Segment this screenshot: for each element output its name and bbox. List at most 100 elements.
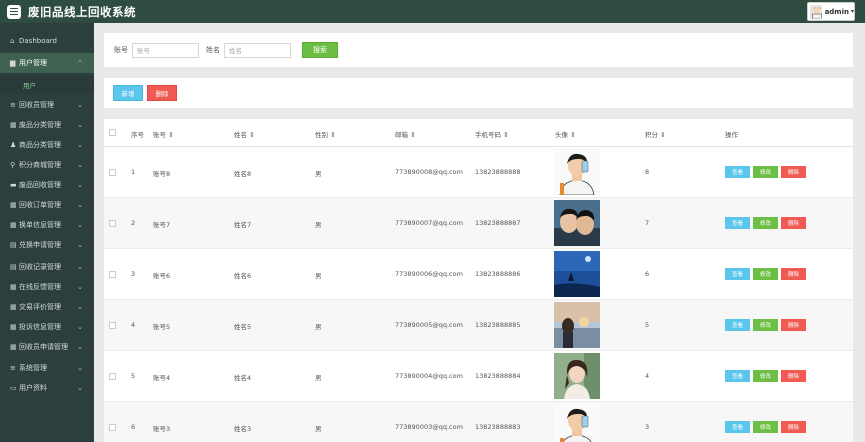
sidebar-item-product-category[interactable]: ♟ 商品分类管理 ⌄ [0,135,94,155]
sidebar-item-label: 回收记录管理 [19,263,61,271]
sidebar-item-recycle-orders[interactable]: ▦ 回收订单管理 ⌄ [0,195,94,215]
edit-button[interactable]: 修改 [753,319,778,331]
list-icon: ≡ [10,364,16,372]
table-row: 4 账号5 姓名5 男 773890005@qq.com 13823888885… [104,300,853,351]
sidebar-item-user-profile[interactable]: ▭ 用户资料 ⌄ [0,378,94,398]
cell-account: 账号5 [153,323,171,331]
table-row: 1 账号8 姓名8 男 773890008@qq.com 13823888888… [104,147,853,198]
sidebar-item-trade-reviews[interactable]: ▦ 交易评价管理 ⌄ [0,297,94,317]
sidebar-item-waste-recycling[interactable]: ▬ 废品回收管理 ⌄ [0,175,94,195]
edit-button[interactable]: 修改 [753,421,778,433]
delete-button[interactable]: 删除 [781,268,806,280]
sidebar-item-label: 回收员申请管理 [19,343,68,351]
avatar-photo [554,149,600,195]
header-account[interactable]: 账号 ⇕ [153,129,174,139]
menu-toggle-icon[interactable] [7,4,21,19]
row-checkbox[interactable] [109,322,116,329]
sidebar-item-label: 兑换申请管理 [19,241,61,249]
chevron-down-icon: ⌄ [77,121,83,129]
sidebar-item-exchange-info[interactable]: ▦ 换单信息管理 ⌄ [0,215,94,235]
delete-button[interactable]: 删除 [781,421,806,433]
delete-button[interactable]: 删除 [781,319,806,331]
grid-icon: ▦ [10,121,17,129]
header-avatar[interactable]: 头像 ⇕ [555,129,576,139]
cell-email: 773890005@qq.com [395,321,463,329]
cell-name: 姓名3 [234,425,252,433]
sidebar-item-waste-category[interactable]: ▦ 废品分类管理 ⌄ [0,115,94,135]
delete-button[interactable]: 删除 [781,217,806,229]
sidebar-item-label: Dashboard [19,37,57,45]
sidebar-item-label: 用户资料 [19,384,47,392]
sidebar-item-recycler-management[interactable]: ≡ 回收员管理 ⌄ [0,95,94,115]
top-bar: 废旧品线上回收系统 admin ▾ [0,0,865,23]
card-icon: ▭ [10,384,17,392]
grid-icon: ▦ [10,303,17,311]
cell-phone: 13823888888 [475,168,521,176]
calendar-icon: ▤ [10,241,17,249]
app-title: 废旧品线上回收系统 [28,4,136,19]
cell-name: 姓名5 [234,323,252,331]
view-button[interactable]: 查看 [725,268,750,280]
view-button[interactable]: 查看 [725,166,750,178]
sidebar-item-label: 交易评价管理 [19,303,61,311]
view-button[interactable]: 查看 [725,421,750,433]
select-all-checkbox[interactable] [109,129,116,136]
chevron-down-icon: ⌄ [77,384,83,392]
account-search-input[interactable]: 账号 [132,42,199,58]
row-checkbox[interactable] [109,271,116,278]
user-menu-button[interactable]: admin ▾ [807,2,855,21]
sidebar-item-complaints[interactable]: ▦ 投诉信息管理 ⌄ [0,317,94,337]
add-button[interactable]: 新增 [113,85,143,101]
cell-points: 8 [645,168,650,176]
row-checkbox[interactable] [109,169,116,176]
sidebar-item-label: 用户管理 [19,59,47,67]
header-name[interactable]: 姓名 ⇕ [234,129,255,139]
header-gender[interactable]: 性别 ⇕ [315,129,336,139]
table-body: 1 账号8 姓名8 男 773890008@qq.com 13823888888… [104,147,853,442]
person-icon: ♟ [10,141,17,149]
search-button[interactable]: 搜索 [302,42,338,58]
account-label: 账号 [114,46,128,54]
row-checkbox[interactable] [109,424,116,431]
edit-button[interactable]: 修改 [753,217,778,229]
cell-no: 6 [131,423,136,431]
sidebar-item-label: 系统管理 [19,364,47,372]
sidebar-item-online-feedback[interactable]: ▦ 在线反馈管理 ⌄ [0,277,94,297]
sidebar-item-dashboard[interactable]: ⌂ Dashboard [0,31,94,51]
chevron-down-icon: ⌄ [77,201,83,209]
cell-account: 账号8 [153,170,171,178]
sidebar-item-user-management[interactable]: ▆ 用户管理 ⌃ [0,53,94,73]
edit-button[interactable]: 修改 [753,370,778,382]
cell-gender: 男 [315,323,322,331]
view-button[interactable]: 查看 [725,319,750,331]
edit-button[interactable]: 修改 [753,268,778,280]
delete-button[interactable]: 删除 [781,370,806,382]
sidebar-item-exchange-requests[interactable]: ▤ 兑换申请管理 ⌄ [0,235,94,255]
view-button[interactable]: 查看 [725,217,750,229]
name-search-input[interactable]: 姓名 [224,42,291,58]
table-row: 3 账号6 姓名6 男 773890006@qq.com 13823888886… [104,249,853,300]
chevron-down-icon: ⌄ [77,323,83,331]
header-phone[interactable]: 手机号码 ⇕ [475,129,509,139]
sidebar-subitem-user[interactable]: 用户 [0,76,94,94]
grid-icon: ▦ [10,323,17,331]
header-email[interactable]: 邮箱 ⇕ [395,129,416,139]
chevron-down-icon: ⌄ [77,141,83,149]
sidebar-item-recycle-records[interactable]: ▤ 回收记录管理 ⌄ [0,257,94,277]
view-button[interactable]: 查看 [725,370,750,382]
cell-gender: 男 [315,272,322,280]
sidebar-item-recycler-applications[interactable]: ▦ 回收员申请管理 ⌄ [0,337,94,357]
cell-name: 姓名4 [234,374,252,382]
cell-no: 5 [131,372,136,380]
search-panel: 账号 账号 姓名 姓名 搜索 [104,33,853,67]
cell-phone: 13823888887 [475,219,521,227]
bulk-delete-button[interactable]: 删除 [147,85,177,101]
header-points[interactable]: 积分 ⇕ [645,129,666,139]
row-checkbox[interactable] [109,373,116,380]
edit-button[interactable]: 修改 [753,166,778,178]
row-checkbox[interactable] [109,220,116,227]
sidebar-item-points-mall[interactable]: ⚲ 积分商城管理 ⌄ [0,155,94,175]
sidebar-item-system[interactable]: ≡ 系统管理 ⌄ [0,358,94,378]
delete-button[interactable]: 删除 [781,166,806,178]
user-table: 序号 账号 ⇕ 姓名 ⇕ 性别 ⇕ 邮箱 ⇕ 手机号码 ⇕ 头像 ⇕ 积分 ⇕ … [104,119,853,442]
